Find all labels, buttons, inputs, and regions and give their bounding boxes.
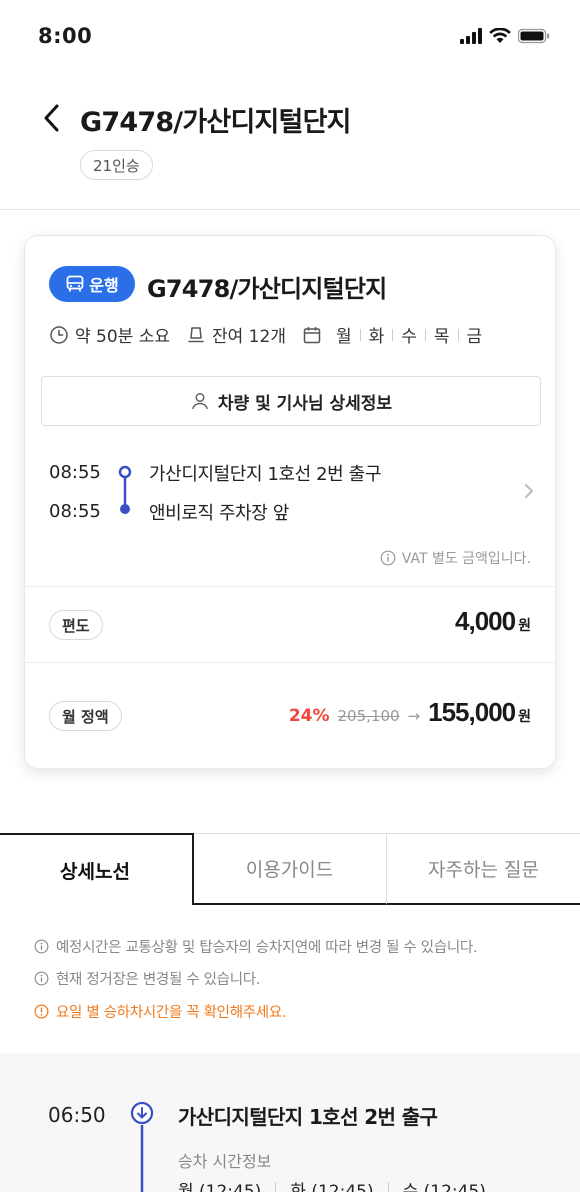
vat-note: VAT 별도 금액입니다. xyxy=(380,548,531,568)
run-status-label: 운행 xyxy=(89,276,119,295)
vehicle-driver-detail-button[interactable]: 차량 및 기사님 상세정보 xyxy=(41,376,541,426)
bus-icon xyxy=(66,275,84,292)
info-icon xyxy=(34,939,49,954)
info-icon xyxy=(380,550,396,566)
wifi-icon xyxy=(489,28,511,43)
day-mon: 월 xyxy=(335,327,352,347)
operating-days: 월 화 수 목 금 xyxy=(302,322,490,347)
arrow-right-icon: → xyxy=(407,707,421,725)
route-stop-name: 가산디지털단지 1호선 2번 출구 xyxy=(178,1105,438,1129)
seat-icon xyxy=(188,326,204,342)
monthly-amount: 155,000 xyxy=(428,697,516,727)
notice-check-times: 요일 별 승하차시간을 꼭 확인해주세요. xyxy=(34,1001,286,1022)
monthly-label: 월 정액 xyxy=(49,701,122,731)
boarding-stop: 가산디지털단지 1호선 2번 출구 xyxy=(149,464,381,485)
day-time-tue: 화 (12:45) xyxy=(290,1182,374,1192)
route-start-icon xyxy=(130,1101,154,1192)
header-divider xyxy=(0,209,580,210)
alighting-time: 08:55 xyxy=(49,501,101,522)
price-divider xyxy=(25,662,555,663)
one-way-price: 4,000 원 xyxy=(455,606,531,637)
route-line-icon xyxy=(118,465,132,514)
chevron-left-icon xyxy=(44,104,59,132)
rider-capacity-chip: 21인승 xyxy=(80,150,153,180)
one-way-label: 편도 xyxy=(49,610,103,640)
day-time-wed: 수 (12:45) xyxy=(402,1182,486,1192)
duration-info: 약 50분 소요 xyxy=(49,322,170,347)
day-time-mon: 월 (12:45) xyxy=(178,1182,262,1192)
page-title: G7478/가산디지털단지 xyxy=(80,107,351,138)
vat-note-text: VAT 별도 금액입니다. xyxy=(401,551,531,567)
original-price: 205,100 xyxy=(337,707,400,725)
route-meta: 약 50분 소요 잔여 12개 월 화 수 목 금 xyxy=(49,322,506,347)
battery-icon xyxy=(518,28,550,44)
monthly-price: 24% 205,100 → 155,000 원 xyxy=(289,697,531,728)
notice-check-times-text: 요일 별 승하차시간을 꼭 확인해주세요. xyxy=(56,1005,287,1021)
calendar-icon xyxy=(303,326,321,343)
warning-icon xyxy=(34,1004,49,1019)
price-divider xyxy=(25,586,555,587)
detail-button-label: 차량 및 기사님 상세정보 xyxy=(217,393,393,414)
boarding-time-info-label: 승차 시간정보 xyxy=(178,1152,272,1171)
one-way-unit: 원 xyxy=(518,618,531,634)
info-icon xyxy=(34,971,49,986)
day-fri: 금 xyxy=(466,327,483,347)
day-time-divider xyxy=(275,1181,277,1192)
route-card: 운행 G7478/가산디지털단지 약 50분 소요 잔여 12개 월 화 수 목… xyxy=(24,235,556,769)
clock-icon xyxy=(50,325,68,344)
run-status-badge: 운행 xyxy=(49,266,135,302)
route-stop-time: 06:50 xyxy=(48,1103,106,1127)
day-times: 월 (12:45) 화 (12:45) 수 (12:45) xyxy=(178,1177,486,1192)
tab-route-detail[interactable]: 상세노선 xyxy=(0,833,194,905)
duration-text: 약 50분 소요 xyxy=(75,327,170,347)
one-way-amount: 4,000 xyxy=(455,606,516,636)
notice-schedule: 예정시간은 교통상황 및 탑승자의 승차지연에 따라 변경 될 수 있습니다. xyxy=(34,936,478,957)
person-icon xyxy=(192,392,208,410)
tab-faq[interactable]: 자주하는 질문 xyxy=(386,833,580,905)
monthly-unit: 원 xyxy=(518,709,531,725)
alighting-stop: 앤비로직 주차장 앞 xyxy=(149,503,289,524)
notice-stop-change-text: 현재 정거장은 변경될 수 있습니다. xyxy=(56,972,261,988)
seats-text: 잔여 12개 xyxy=(212,327,286,347)
day-wed: 수 xyxy=(401,327,417,347)
seats-info: 잔여 12개 xyxy=(186,322,286,347)
card-route-title: G7478/가산디지털단지 xyxy=(147,275,387,303)
chevron-right-icon[interactable] xyxy=(523,482,535,500)
signal-icon xyxy=(460,28,482,44)
tab-usage-guide[interactable]: 이용가이드 xyxy=(192,833,386,905)
back-button[interactable] xyxy=(34,96,68,140)
discount-rate: 24% xyxy=(288,706,330,726)
status-icons xyxy=(460,28,550,44)
boarding-time: 08:55 xyxy=(49,462,101,483)
day-thu: 목 xyxy=(433,327,450,347)
day-tue: 화 xyxy=(368,327,385,347)
tab-bar: 이용가이드 자주하는 질문 상세노선 xyxy=(0,833,580,905)
notice-stop-change: 현재 정거장은 변경될 수 있습니다. xyxy=(34,968,260,989)
day-time-divider xyxy=(387,1181,389,1192)
notice-schedule-text: 예정시간은 교통상황 및 탑승자의 승차지연에 따라 변경 될 수 있습니다. xyxy=(56,940,478,956)
status-time: 8:00 xyxy=(38,24,93,48)
